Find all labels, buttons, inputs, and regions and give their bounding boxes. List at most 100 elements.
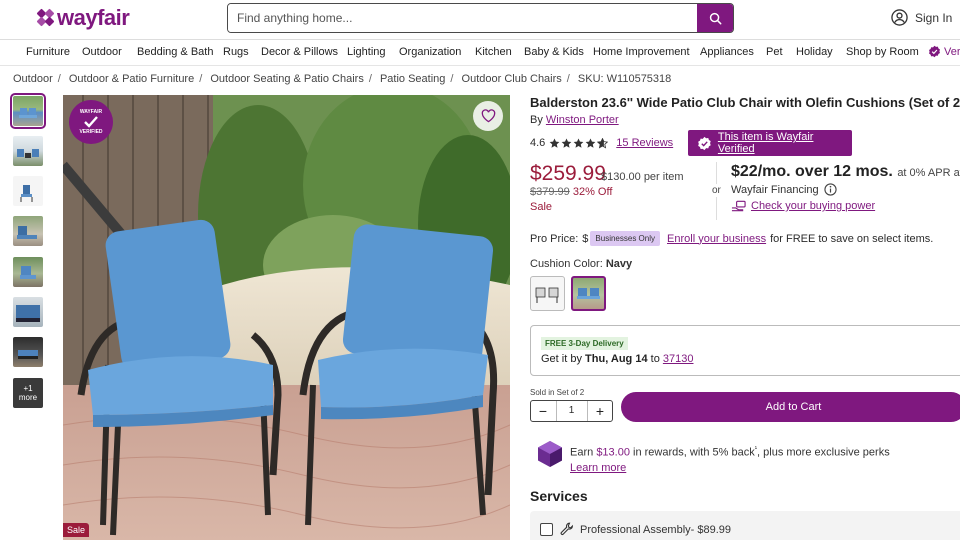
wayfair-verified-badge: WAYFAIR VERIFIED (69, 100, 113, 144)
nav-item-appliances[interactable]: Appliances (700, 46, 754, 58)
logo-text: wayfair (57, 5, 130, 30)
favorite-button[interactable] (473, 101, 503, 131)
reviews-link[interactable]: 15 Reviews (616, 137, 673, 149)
star-icon (549, 138, 560, 148)
nav-item-organization[interactable]: Organization (399, 46, 461, 58)
sold-in-set-label: Sold in Set of 2 (530, 388, 585, 397)
nav-item-shop-by-room[interactable]: Shop by Room (846, 46, 919, 58)
search-button[interactable] (697, 4, 733, 32)
pro-price-label: Pro Price: (530, 232, 579, 245)
rewards-earn: Earn (570, 446, 594, 459)
search-input[interactable] (228, 4, 697, 32)
nav-item-home-improvement[interactable]: Home Improvement (593, 46, 690, 58)
star-half-icon (597, 137, 609, 149)
brand-link[interactable]: Winston Porter (546, 114, 619, 126)
pro-price-row: Pro Price: $ Businesses Only Enroll your… (530, 231, 933, 246)
wayfair-logo[interactable]: wayfair (36, 5, 130, 31)
breadcrumb-item[interactable]: Outdoor (13, 73, 53, 85)
sale-price: $259.99 (530, 162, 606, 185)
header: wayfair Sign In (0, 0, 960, 38)
quantity-stepper: − 1 + (530, 400, 613, 422)
delivery-date: Thu, Aug 14 (585, 353, 648, 365)
breadcrumb-separator: / (566, 73, 570, 85)
swatch-option-gray[interactable] (530, 276, 565, 311)
user-icon (891, 9, 908, 26)
thumbnail-1[interactable] (10, 93, 46, 129)
logo-mark-icon (36, 8, 55, 27)
wayfair-verified-banner[interactable]: This item is Wayfair Verified (688, 130, 852, 156)
thumbnail-5[interactable] (13, 257, 43, 287)
nav-item-lighting[interactable]: Lighting (347, 46, 386, 58)
breadcrumb-separator: / (368, 73, 372, 85)
verified-badge-icon (929, 45, 940, 58)
thumbnail-6[interactable] (13, 297, 43, 327)
swatch-option-navy[interactable] (571, 276, 606, 311)
nav-item-bedding-bath[interactable]: Bedding & Bath (137, 46, 213, 58)
buying-power-link[interactable]: Check your buying power (751, 200, 875, 212)
main-product-image[interactable] (63, 95, 510, 540)
original-price-line: $379.99 32% Off (530, 186, 612, 198)
assembly-label: Professional Assembly- $89.99 (580, 524, 732, 536)
thumbnail-3[interactable] (13, 176, 43, 206)
nav-item-kitchen[interactable]: Kitchen (475, 46, 512, 58)
get-it-label: Get it by (541, 353, 582, 365)
add-to-cart-button[interactable]: Add to Cart (621, 392, 960, 422)
nav-item-outdoor[interactable]: Outdoor (82, 46, 122, 58)
cushion-color-title: Cushion Color: (530, 258, 603, 270)
breadcrumb-item[interactable]: Outdoor & Patio Furniture (69, 73, 194, 85)
nav-item-decor-pillows[interactable]: Decor & Pillows (261, 46, 338, 58)
breadcrumb-item[interactable]: Outdoor Club Chairs (462, 73, 562, 85)
nav-item-furniture[interactable]: Furniture (26, 46, 70, 58)
assembly-checkbox[interactable] (540, 523, 553, 536)
cushion-color-value: Navy (605, 258, 633, 270)
enroll-business-link[interactable]: Enroll your business (667, 233, 766, 245)
quantity-decrease-button[interactable]: − (537, 404, 549, 418)
rewards-gem-icon (538, 441, 562, 467)
quantity-value[interactable]: 1 (555, 401, 588, 421)
nav-item-holiday[interactable]: Holiday (796, 46, 833, 58)
wrench-icon (560, 522, 573, 535)
star-icon (585, 138, 596, 148)
delivery-estimate: Get it by Thu, Aug 14 to 37130 (541, 353, 693, 365)
breadcrumb-item[interactable]: Patio Seating (380, 73, 445, 85)
sale-label: Sale (530, 201, 553, 213)
per-item-price: $130.00 per item (601, 171, 684, 183)
buying-power-line: Check your buying power (731, 200, 875, 212)
sku-label: SKU: W110575318 (577, 73, 672, 85)
original-price: $379.99 (530, 186, 570, 198)
cushion-color-label: Cushion Color: Navy (530, 258, 632, 270)
thumbnail-7[interactable] (13, 337, 43, 367)
star-icon (561, 138, 572, 148)
star-icon (573, 138, 584, 148)
breadcrumb-item[interactable]: Outdoor Seating & Patio Chairs (210, 73, 363, 85)
quantity-increase-button[interactable]: + (594, 404, 606, 418)
rewards-amount: $13.00 (596, 446, 630, 459)
discount-percent: 32% Off (572, 186, 613, 198)
nav-item-verified[interactable]: Veri (928, 45, 960, 58)
info-icon[interactable] (823, 183, 837, 196)
nav-item-pet[interactable]: Pet (766, 46, 783, 58)
sign-in-button[interactable]: Sign In (891, 9, 952, 26)
brand-prefix: By (530, 114, 543, 126)
nav-item-rugs[interactable]: Rugs (223, 46, 249, 58)
sign-in-label: Sign In (915, 10, 953, 25)
nav-item-baby-kids[interactable]: Baby & Kids (524, 46, 584, 58)
sale-tag: Sale (63, 523, 90, 537)
thumbnail-more[interactable]: +1 more (13, 378, 43, 408)
more-count: +1 (23, 384, 33, 393)
badge-text-line2: VERIFIED (79, 129, 103, 135)
verified-banner-label: This item is Wayfair Verified (717, 131, 814, 155)
heart-icon (481, 109, 495, 123)
star-rating (549, 137, 609, 149)
free-delivery-tag: FREE 3-Day Delivery (541, 337, 628, 350)
rewards-text: Earn $13.00 in rewards, with 5% back¹, p… (570, 442, 890, 476)
thumbnail-4[interactable] (13, 216, 43, 246)
learn-more-link[interactable]: Learn more (570, 462, 626, 474)
breadcrumb-separator: / (450, 73, 454, 85)
apr-text: at 0% APR available (897, 167, 960, 179)
rewards-suffix: , plus more exclusive perks (757, 446, 890, 459)
checkmark-icon (84, 116, 98, 128)
service-option[interactable]: Professional Assembly- $89.99 (530, 511, 960, 540)
zip-code-link[interactable]: 37130 (663, 353, 694, 365)
thumbnail-2[interactable] (13, 136, 43, 166)
